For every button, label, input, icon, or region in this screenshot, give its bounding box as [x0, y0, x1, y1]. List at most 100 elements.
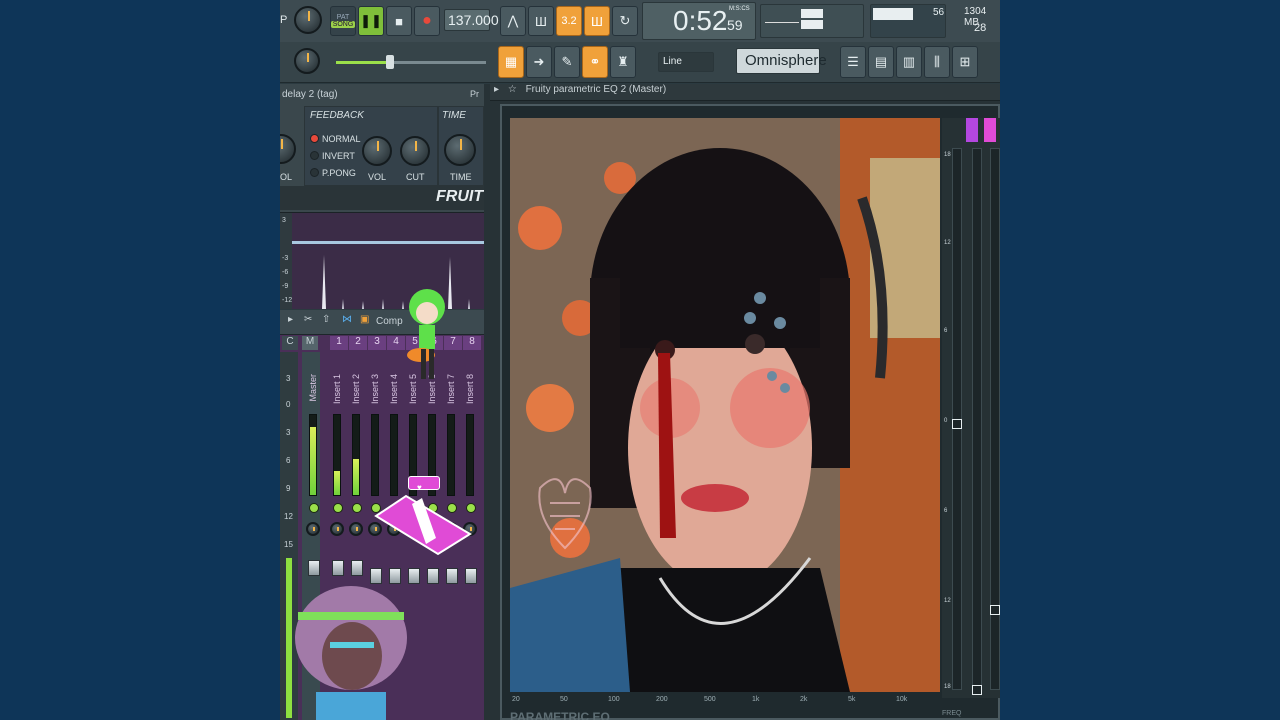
mixer-number-8[interactable]: 8: [463, 336, 481, 350]
record-button[interactable]: ●: [414, 6, 440, 36]
time-header: TIME: [442, 110, 466, 121]
input-volume-knob[interactable]: [280, 134, 296, 164]
eq-freq-label: FREQ: [942, 710, 962, 717]
mode-pingpong-radio[interactable]: [310, 168, 319, 177]
playlist-button[interactable]: ☰: [840, 46, 866, 78]
mixer-number-3[interactable]: 3: [368, 336, 386, 350]
wave-scale-2: -6: [282, 269, 289, 276]
mixer-level-meter: [333, 414, 341, 496]
step-record-icon: Ш: [591, 13, 603, 29]
mixer-box-icon[interactable]: ▣: [360, 314, 369, 325]
time-knob[interactable]: [444, 134, 476, 166]
loop-record-button[interactable]: ↻: [612, 6, 638, 36]
mixer-volume-fader[interactable]: [427, 568, 439, 584]
stamp-button[interactable]: ♜: [610, 46, 636, 78]
eq-footer: PARAMETRIC EQ: [510, 710, 610, 720]
mixer-number-4[interactable]: 4: [387, 336, 405, 350]
mixer-volume-fader[interactable]: [351, 560, 363, 576]
mixer-volume-fader[interactable]: [465, 568, 477, 584]
mixer-db-5: 12: [284, 512, 293, 521]
main-toolbar: P PAT SONG ❚❚ ■ ● 137.000 ⋀ Ш 3.2 Ш ↻ 0:…: [280, 0, 1000, 43]
eq-star-icon[interactable]: ☆: [508, 84, 517, 95]
mixer-level-meter: [447, 414, 455, 496]
eq-db-6: 18: [944, 684, 951, 690]
step-record-button[interactable]: Ш: [584, 6, 610, 36]
pat-song-toggle[interactable]: PAT SONG: [330, 6, 356, 36]
album-art-photo: [510, 118, 940, 692]
mixer-db-4: 9: [286, 484, 291, 493]
mixer-enable-led[interactable]: [352, 503, 362, 513]
arrow-button[interactable]: ➜: [526, 46, 552, 78]
playlist-icon: ☰: [847, 54, 859, 69]
waveform-view: 3 -3 -6 -9 -12: [280, 212, 484, 309]
band-slider-3-handle[interactable]: [990, 605, 1000, 615]
mixer-number-2[interactable]: 2: [349, 336, 367, 350]
band-slider-1-handle[interactable]: [952, 419, 962, 429]
browser-button[interactable]: ⊞: [952, 46, 978, 78]
feedback-volume-knob[interactable]: [362, 136, 392, 166]
draw-icon: ✎: [561, 54, 573, 69]
mixer-channel-name: Insert 3: [370, 374, 380, 405]
master-pitch-knob[interactable]: [294, 48, 320, 74]
mixer-c-tab[interactable]: C: [282, 336, 298, 350]
tempo-display[interactable]: 137.000: [444, 9, 499, 31]
mixer-arrow-icon[interactable]: ▸: [288, 314, 293, 325]
band-slider-2-handle[interactable]: [972, 685, 982, 695]
cpu-value: 56: [933, 7, 945, 18]
time-display[interactable]: 0:52 59 M:S:CS: [642, 2, 756, 40]
mixer-channel-name: Insert 8: [465, 374, 475, 405]
tempo-value: 137.000: [448, 12, 499, 28]
link-button[interactable]: ⚭: [582, 46, 608, 78]
mode-normal-radio[interactable]: [310, 134, 319, 143]
typing-keyboard-button[interactable]: Ш: [528, 6, 554, 36]
mixer-pan-knob[interactable]: [349, 522, 363, 536]
mixer-channel-name: Master: [308, 374, 318, 402]
channel-rack-button[interactable]: ▥: [896, 46, 922, 78]
feedback-cut-knob[interactable]: [400, 136, 430, 166]
master-volume-slider[interactable]: [336, 55, 486, 69]
eq-titlebar[interactable]: ▸ ☆ Fruity parametric EQ 2 (Master): [490, 84, 1000, 101]
band-slider-1[interactable]: [952, 148, 962, 690]
eq-band-sliders: 18 12 6 0 6 12 18: [942, 118, 1000, 698]
plugin-selector[interactable]: Omnisphere: [736, 48, 827, 74]
mixer-number-1[interactable]: 1: [330, 336, 348, 350]
mixer-button[interactable]: ⫼: [924, 46, 950, 78]
countdown-button[interactable]: 3.2: [556, 6, 582, 36]
draw-button[interactable]: ✎: [554, 46, 580, 78]
mixer-m-tab[interactable]: M: [302, 336, 318, 350]
purple-hair-character-icon: [295, 586, 407, 720]
metronome-button[interactable]: ⋀: [500, 6, 526, 36]
mixer-channel-name: Insert 2: [351, 374, 361, 405]
pause-icon: ❚❚: [360, 13, 382, 28]
mixer-up-icon[interactable]: ⇧: [322, 314, 330, 325]
eq-freq-tick: 1k: [752, 696, 760, 703]
mode-invert-label: INVERT: [322, 151, 355, 161]
stop-button[interactable]: ■: [386, 6, 412, 36]
mixer-pan-knob[interactable]: [330, 522, 344, 536]
eq-db-1: 12: [944, 240, 951, 246]
snap-select[interactable]: Line: [658, 52, 714, 72]
mixer-volume-fader[interactable]: [308, 560, 320, 576]
wave-scale-3: -9: [282, 283, 289, 290]
eq-db-4: 6: [944, 508, 948, 514]
eq-db-3: 0: [944, 418, 948, 424]
play-button[interactable]: ❚❚: [358, 6, 384, 36]
piano-roll-button[interactable]: ▤: [868, 46, 894, 78]
mixer-enable-led[interactable]: [309, 503, 319, 513]
phone-icon: [374, 494, 472, 556]
mixer-volume-fader[interactable]: [446, 568, 458, 584]
master-volume-knob[interactable]: [294, 6, 322, 34]
mode-invert-radio[interactable]: [310, 151, 319, 160]
band-slider-2[interactable]: [972, 148, 982, 695]
piano-button[interactable]: ▦: [498, 46, 524, 78]
mixer-volume-fader[interactable]: [332, 560, 344, 576]
band-marker-1[interactable]: [966, 118, 978, 142]
mixer-pan-knob[interactable]: [306, 522, 320, 536]
mixer-link-icon[interactable]: ⋈: [342, 314, 352, 325]
countdown-label: 3.2: [561, 15, 577, 27]
band-marker-2[interactable]: [984, 118, 996, 142]
mixer-cut-icon[interactable]: ✂: [304, 314, 312, 325]
band-slider-3[interactable]: [990, 148, 1000, 690]
eq-menu-icon[interactable]: ▸: [494, 84, 499, 95]
mixer-enable-led[interactable]: [333, 503, 343, 513]
